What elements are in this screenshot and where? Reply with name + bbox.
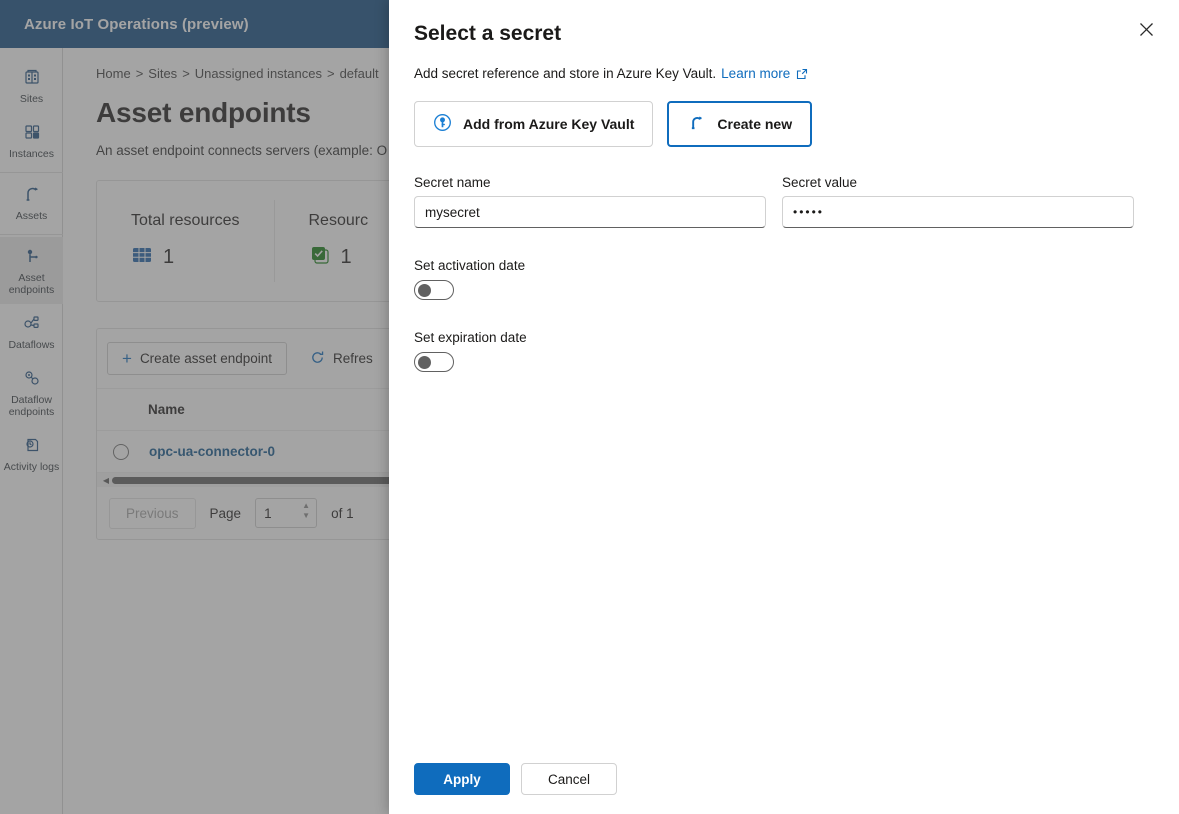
- learn-more-link[interactable]: Learn more: [721, 66, 790, 81]
- panel-body: Select a secret Add secret reference and…: [389, 0, 1179, 744]
- select-secret-panel: Select a secret Add secret reference and…: [389, 0, 1179, 814]
- set-expiration-date-toggle[interactable]: [414, 352, 454, 372]
- set-expiration-date-group: Set expiration date: [414, 330, 1148, 372]
- key-vault-icon: [433, 113, 452, 135]
- secret-value-field-group: Secret value •••••: [782, 175, 1134, 228]
- secret-value-masked: •••••: [793, 205, 825, 219]
- set-activation-date-group: Set activation date: [414, 258, 1148, 300]
- panel-subtitle: Add secret reference and store in Azure …: [414, 66, 1148, 81]
- secret-fields: Secret name mysecret Secret value •••••: [414, 175, 1148, 228]
- panel-title: Select a secret: [414, 22, 562, 45]
- set-activation-date-toggle[interactable]: [414, 280, 454, 300]
- create-new-button[interactable]: Create new: [667, 101, 813, 147]
- set-expiration-date-label: Set expiration date: [414, 330, 527, 345]
- secret-name-field-group: Secret name mysecret: [414, 175, 766, 228]
- panel-subtitle-text: Add secret reference and store in Azure …: [414, 66, 717, 81]
- toggle-knob: [418, 355, 431, 369]
- panel-footer: Apply Cancel: [389, 744, 1179, 814]
- add-from-azure-key-vault-button[interactable]: Add from Azure Key Vault: [414, 101, 654, 147]
- secret-name-input[interactable]: mysecret: [414, 196, 766, 228]
- secret-name-label: Secret name: [414, 175, 491, 190]
- create-new-label: Create new: [717, 116, 793, 132]
- toggle-knob: [418, 283, 431, 297]
- close-icon[interactable]: [1129, 12, 1163, 46]
- add-from-azure-key-vault-label: Add from Azure Key Vault: [463, 116, 635, 132]
- secret-value-label: Secret value: [782, 175, 858, 190]
- secret-name-value: mysecret: [425, 204, 480, 220]
- secret-mode-toggle-group: Add from Azure Key Vault Create new: [414, 101, 1148, 147]
- external-link-icon[interactable]: [796, 68, 808, 80]
- cancel-button[interactable]: Cancel: [521, 763, 617, 795]
- apply-button[interactable]: Apply: [414, 763, 510, 795]
- create-new-icon: [687, 113, 706, 135]
- set-activation-date-label: Set activation date: [414, 258, 526, 273]
- secret-value-input[interactable]: •••••: [782, 196, 1134, 228]
